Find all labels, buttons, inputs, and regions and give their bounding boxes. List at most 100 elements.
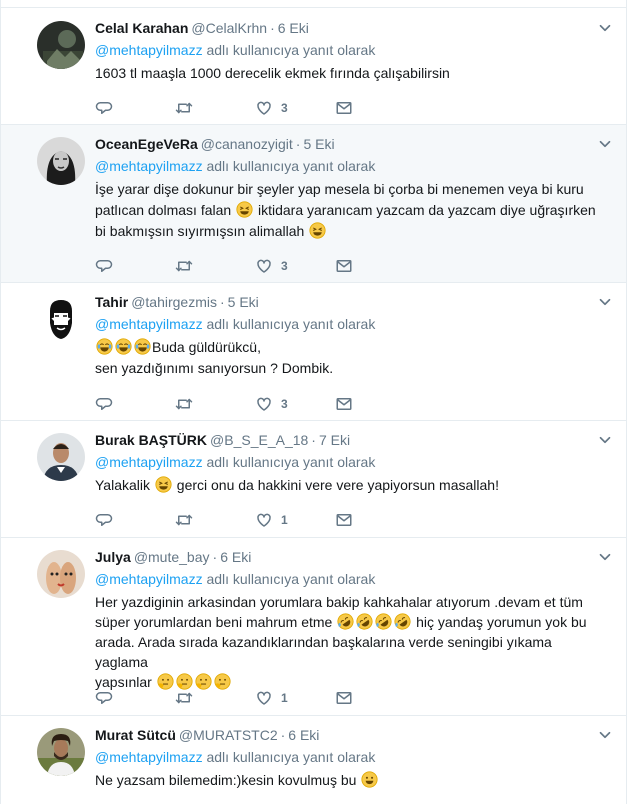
tweet-time[interactable]: 6 Eki — [220, 549, 251, 565]
tweet-time[interactable]: 6 Eki — [288, 727, 319, 743]
user-handle[interactable]: @tahirgezmis — [131, 294, 217, 310]
like-button[interactable]: 1 — [255, 511, 335, 529]
retweet-button[interactable] — [175, 395, 255, 413]
separator-dot: · — [295, 136, 301, 152]
separator-dot: · — [280, 727, 286, 743]
direct-message-button[interactable] — [335, 99, 415, 117]
like-button[interactable]: 1 — [255, 689, 335, 707]
mention-link[interactable]: @mehtapyilmazz — [95, 571, 203, 587]
tweet-item[interactable]: Burak BAŞTÜRK @B_S_E_A_18 · 7 Eki @mehtapyi… — [1, 421, 626, 538]
like-button[interactable]: 3 — [255, 395, 335, 413]
reply-button[interactable] — [95, 511, 175, 529]
user-fullname[interactable]: OceanEgeVeRa — [95, 136, 198, 152]
reply-context-label: adlı kullanıcıya yanıt olarak — [206, 571, 376, 587]
like-button[interactable]: 3 — [255, 99, 335, 117]
like-count: 3 — [281, 259, 288, 273]
reply-context-label: adlı kullanıcıya yanıt olarak — [206, 454, 376, 470]
rolling-on-floor-laughing-emoji-icon — [337, 613, 354, 630]
reply-context: @mehtapyilmazz adlı kullanıcıya yanıt ol… — [95, 156, 608, 176]
tweet-text: Buda güldürükcü, sen yazdığınımı sanıyor… — [95, 337, 608, 379]
like-button[interactable]: 3 — [255, 257, 335, 275]
direct-message-button[interactable] — [335, 689, 415, 707]
user-fullname[interactable]: Tahir — [95, 294, 128, 310]
retweet-icon — [175, 689, 193, 707]
reply-icon — [95, 511, 113, 529]
reply-button[interactable] — [95, 689, 175, 707]
envelope-icon — [335, 395, 353, 413]
tweet-text-line: süper yorumlardan beni mahrum etme — [95, 614, 333, 630]
reply-context: @mehtapyilmazz adlı kullanıcıya yanıt ol… — [95, 747, 608, 767]
top-divider — [1, 0, 626, 8]
tweet-text-line: sen yazdığınımı sanıyorsun ? Dombik. — [95, 360, 334, 376]
reply-button[interactable] — [95, 395, 175, 413]
avatar[interactable] — [37, 21, 85, 69]
retweet-icon — [175, 395, 193, 413]
retweet-button[interactable] — [175, 689, 255, 707]
envelope-icon — [335, 689, 353, 707]
user-fullname[interactable]: Julya — [95, 549, 131, 565]
tweet-text-line: Buda güldürükcü, — [152, 339, 261, 355]
tweet-text: Yalakalik gerci onu da hakkini vere vere… — [95, 475, 608, 496]
mention-link[interactable]: @mehtapyilmazz — [95, 454, 203, 470]
separator-dot: · — [220, 294, 225, 310]
reply-icon — [95, 689, 113, 707]
tweet-time[interactable]: 7 Eki — [319, 432, 350, 448]
reply-context: @mehtapyilmazz adlı kullanıcıya yanıt ol… — [95, 40, 608, 60]
like-count: 3 — [281, 397, 288, 411]
direct-message-button[interactable] — [335, 511, 415, 529]
tweet-item[interactable]: Celal Karahan @CelalKrhn · 6 Eki @mehtapyil… — [1, 9, 626, 125]
tweet-item[interactable]: Julya @mute_bay · 6 Eki @mehtapyilmazz adlı… — [1, 538, 626, 716]
retweet-button[interactable] — [175, 99, 255, 117]
avatar[interactable] — [37, 728, 85, 776]
user-handle[interactable]: @CelalKrhn — [191, 20, 267, 36]
retweet-icon — [175, 511, 193, 529]
user-fullname[interactable]: Burak BAŞTÜRK — [95, 432, 207, 448]
user-handle[interactable]: @mute_bay — [134, 549, 210, 565]
action-bar: 3 — [95, 256, 415, 276]
user-handle[interactable]: @B_S_E_A_18 — [210, 432, 308, 448]
reply-context-label: adlı kullanıcıya yanıt olarak — [206, 158, 376, 174]
reply-context-label: adlı kullanıcıya yanıt olarak — [206, 316, 376, 332]
tweet-item[interactable]: Tahir @tahirgezmis · 5 Eki @mehtapyilmazz a… — [1, 283, 626, 421]
action-bar: 1 — [95, 688, 415, 708]
tweet-time[interactable]: 5 Eki — [228, 294, 259, 310]
tweet-time[interactable]: 5 Eki — [303, 136, 334, 152]
tweet-feed: Celal Karahan @CelalKrhn · 6 Eki @mehtapyil… — [0, 0, 627, 804]
direct-message-button[interactable] — [335, 257, 415, 275]
avatar[interactable] — [37, 295, 85, 343]
grinning-squinting-emoji-icon — [309, 222, 326, 239]
avatar[interactable] — [37, 550, 85, 598]
user-fullname[interactable]: Murat Sütcü — [95, 727, 176, 743]
tweet-item[interactable]: OceanEgeVeRa @cananozyigit · 5 Eki @mehtapy… — [1, 125, 626, 283]
tweet-text-line: Her yazdiginin arkasindan yorumlara baki… — [95, 594, 583, 610]
retweet-button[interactable] — [175, 511, 255, 529]
retweet-icon — [175, 257, 193, 275]
direct-message-button[interactable] — [335, 395, 415, 413]
separator-dot: · — [311, 432, 316, 448]
reply-button[interactable] — [95, 257, 175, 275]
user-handle[interactable]: @cananozyigit — [201, 136, 293, 152]
grinning-squinting-emoji-icon — [236, 201, 253, 218]
reply-button[interactable] — [95, 99, 175, 117]
reply-context-label: adlı kullanıcıya yanıt olarak — [206, 749, 376, 765]
rolling-on-floor-laughing-emoji-icon — [356, 613, 373, 630]
tweet-item[interactable]: Murat Sütcü @MURATSTC2 · 6 Eki @mehtapyilma… — [1, 716, 626, 804]
mention-link[interactable]: @mehtapyilmazz — [95, 749, 203, 765]
tweet-time[interactable]: 6 Eki — [278, 20, 309, 36]
user-handle[interactable]: @MURATSTC2 — [179, 727, 278, 743]
avatar[interactable] — [37, 137, 85, 185]
mention-link[interactable]: @mehtapyilmazz — [95, 316, 203, 332]
mention-link[interactable]: @mehtapyilmazz — [95, 42, 203, 58]
tweet-text-line: bi bakmışsın sıyırmışsın alimallah — [95, 223, 305, 239]
tweet-text-line: arada. Arada sırada kazandıklarından baş… — [95, 634, 552, 670]
tears-of-joy-emoji-icon — [96, 338, 113, 355]
retweet-button[interactable] — [175, 257, 255, 275]
retweet-icon — [175, 99, 193, 117]
user-fullname[interactable]: Celal Karahan — [95, 20, 188, 36]
avatar[interactable] — [37, 433, 85, 481]
mention-link[interactable]: @mehtapyilmazz — [95, 158, 203, 174]
tweet-text-line: hiç yandaş yorumun yok bu — [416, 614, 587, 630]
reply-context: @mehtapyilmazz adlı kullanıcıya yanıt ol… — [95, 452, 608, 472]
reply-icon — [95, 99, 113, 117]
like-count: 1 — [281, 513, 288, 527]
